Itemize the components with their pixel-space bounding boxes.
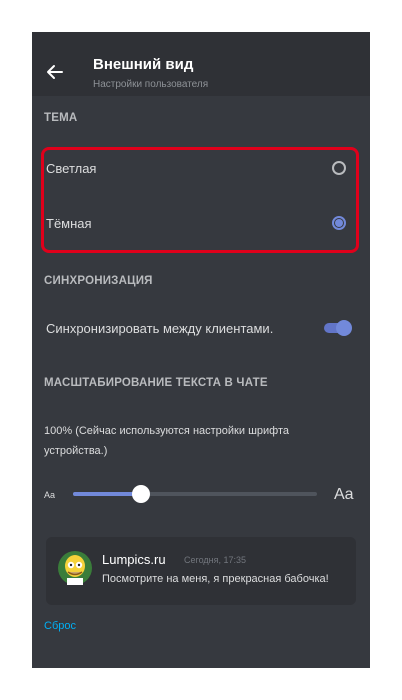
slider-knob[interactable] [132, 485, 150, 503]
theme-option-light-radio[interactable] [332, 161, 346, 175]
page-title: Внешний вид [93, 56, 194, 73]
text-scale-section-label: МАСШТАБИРОВАНИЕ ТЕКСТА В ЧАТЕ [44, 377, 268, 389]
theme-section-label: ТЕМА [44, 112, 78, 124]
theme-option-dark-label[interactable]: Тёмная [46, 216, 92, 231]
page-subtitle: Настройки пользователя [93, 79, 209, 90]
preview-timestamp: Сегодня, 17:35 [184, 555, 247, 565]
sync-toggle[interactable] [324, 320, 352, 336]
message-preview: Lumpics.ru Сегодня, 17:35 Посмотрите на … [46, 537, 356, 605]
text-scale-small-label: Aa [44, 490, 56, 500]
radio-selected-dot [335, 219, 343, 227]
slider-fill [73, 492, 141, 496]
theme-option-dark-radio[interactable] [332, 216, 346, 230]
preview-author: Lumpics.ru [102, 552, 166, 567]
theme-option-light-label[interactable]: Светлая [46, 161, 96, 176]
preview-message: Посмотрите на меня, я прекрасная бабочка… [102, 573, 329, 585]
back-arrow-icon[interactable] [46, 63, 64, 81]
toggle-thumb [336, 320, 352, 336]
avatar [58, 551, 92, 585]
sync-section-label: СИНХРОНИЗАЦИЯ [44, 275, 153, 287]
sync-toggle-label: Синхронизировать между клиентами. [46, 321, 274, 336]
reset-link[interactable]: Сброс [44, 620, 76, 632]
app-screen: Внешний вид Настройки пользователя ТЕМА … [32, 32, 370, 668]
text-scale-info: 100% (Сейчас используются настройки шриф… [44, 425, 289, 457]
text-scale-slider[interactable] [73, 485, 317, 503]
header: Внешний вид Настройки пользователя [32, 32, 370, 96]
text-scale-large-label: Aa [334, 486, 354, 503]
